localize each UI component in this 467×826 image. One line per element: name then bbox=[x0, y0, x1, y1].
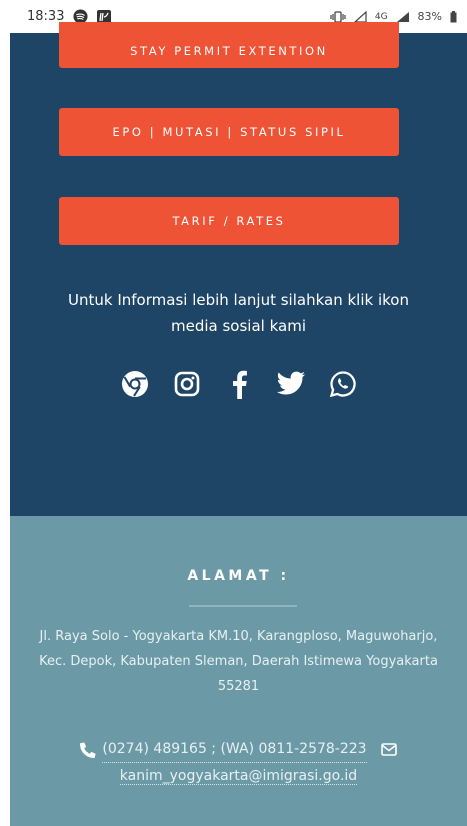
facebook-icon[interactable] bbox=[224, 369, 254, 399]
signal-empty-icon bbox=[353, 10, 367, 23]
social-icons bbox=[10, 369, 467, 399]
footer: ALAMAT : Jl. Raya Solo - Yogyakarta KM.1… bbox=[10, 516, 467, 826]
signal-icon bbox=[396, 11, 410, 23]
contact-info: (0274) 489165 ; (WA) 0811-2578-223 kanim… bbox=[10, 736, 467, 789]
instagram-icon[interactable] bbox=[172, 369, 202, 399]
phone-link[interactable]: (0274) 489165 ; (WA) 0811-2578-223 bbox=[102, 736, 367, 763]
title-divider bbox=[189, 605, 297, 607]
battery-icon bbox=[450, 10, 457, 23]
twitter-icon[interactable] bbox=[276, 369, 306, 399]
address-title: ALAMAT : bbox=[187, 568, 290, 584]
email-link[interactable]: kanim_yogyakarta@imigrasi.go.id bbox=[119, 768, 358, 785]
main-section: STAY PERMIT EXTENTION EPO | MUTASI | STA… bbox=[10, 22, 467, 516]
battery-percent: 83% bbox=[417, 10, 442, 23]
vibrate-icon bbox=[330, 10, 346, 23]
info-text: Untuk Informasi lebih lanjut silahkan kl… bbox=[68, 291, 409, 335]
stay-permit-button[interactable]: STAY PERMIT EXTENTION bbox=[59, 22, 399, 68]
mail-icon bbox=[380, 743, 397, 756]
chrome-icon[interactable] bbox=[120, 369, 150, 399]
address-text: Jl. Raya Solo - Yogyakarta KM.10, Karang… bbox=[39, 629, 438, 694]
whatsapp-icon[interactable] bbox=[328, 369, 358, 399]
tarif-rates-button[interactable]: TARIF / RATES bbox=[59, 197, 399, 245]
phone-icon bbox=[80, 741, 96, 758]
network-type: 4G bbox=[374, 11, 388, 22]
epo-mutasi-button[interactable]: EPO | MUTASI | STATUS SIPIL bbox=[59, 108, 399, 156]
